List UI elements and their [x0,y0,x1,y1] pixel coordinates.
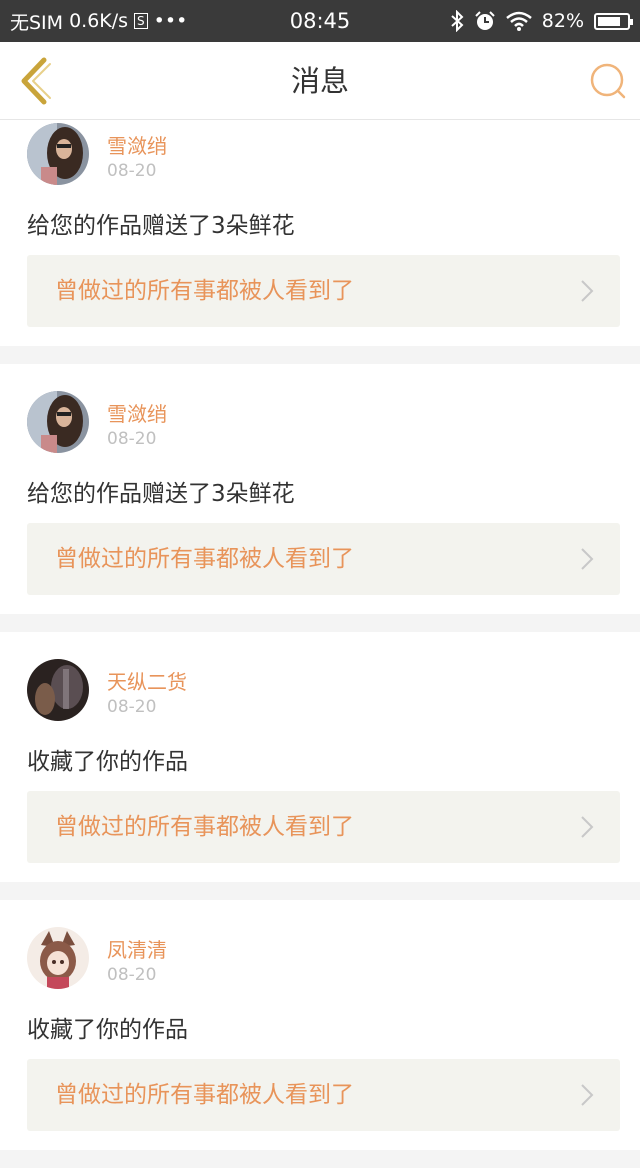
work-link[interactable]: 曾做过的所有事都被人看到了 [27,1059,620,1131]
search-icon[interactable] [588,60,630,102]
message-card: 天纵二货 08-20 收藏了你的作品 曾做过的所有事都被人看到了 [0,632,640,882]
chevron-right-icon [581,1084,594,1106]
message-date: 08-20 [107,161,157,181]
chevron-right-icon [581,280,594,302]
avatar[interactable] [27,659,89,721]
message-date: 08-20 [107,429,157,449]
chevron-right-icon [581,816,594,838]
avatar[interactable] [27,927,89,989]
work-title: 曾做过的所有事都被人看到了 [55,814,354,840]
work-link[interactable]: 曾做过的所有事都被人看到了 [27,255,620,327]
message-card: 凤清清 08-20 收藏了你的作品 曾做过的所有事都被人看到了 [0,900,640,1150]
work-title: 曾做过的所有事都被人看到了 [55,546,354,572]
chevron-right-icon [581,548,594,570]
work-link[interactable]: 曾做过的所有事都被人看到了 [27,791,620,863]
network-speed: 0.6K/s [69,10,129,32]
message-action: 给您的作品赠送了3朵鲜花 [27,481,295,507]
message-action: 收藏了你的作品 [27,749,188,775]
message-date: 08-20 [107,965,157,985]
battery-level-fill [598,16,621,26]
page-title: 消息 [290,64,349,98]
more-dots-icon: ••• [153,10,188,32]
message-card: 雪潋绡 08-20 给您的作品赠送了3朵鲜花 曾做过的所有事都被人看到了 [0,120,640,346]
work-title: 曾做过的所有事都被人看到了 [55,278,354,304]
message-card: 雪潋绡 08-20 给您的作品赠送了3朵鲜花 曾做过的所有事都被人看到了 [0,364,640,614]
battery-percent: 82% [541,10,584,32]
user-name[interactable]: 雪潋绡 [107,130,167,159]
battery-icon [594,12,633,30]
work-link[interactable]: 曾做过的所有事都被人看到了 [27,523,620,595]
avatar[interactable] [27,123,89,185]
nav-bar: 消息 [0,42,640,120]
s-badge-icon: S [134,13,148,29]
status-bar: 无SIM 0.6K/s S ••• 08:45 82% [0,0,640,42]
message-date: 08-20 [107,697,157,717]
work-title: 曾做过的所有事都被人看到了 [55,1082,354,1108]
user-name[interactable]: 天纵二货 [107,666,187,695]
avatar[interactable] [27,391,89,453]
alarm-icon [475,11,495,30]
message-action: 给您的作品赠送了3朵鲜花 [27,213,295,239]
wifi-icon [505,11,532,31]
user-name[interactable]: 雪潋绡 [107,398,167,427]
carrier-label: 无SIM [10,11,64,34]
user-name[interactable]: 凤清清 [107,934,167,963]
message-action: 收藏了你的作品 [27,1017,188,1043]
bluetooth-icon [451,10,464,32]
message-list: 雪潋绡 08-20 给您的作品赠送了3朵鲜花 曾做过的所有事都被人看到了 雪潋绡… [0,120,640,1168]
